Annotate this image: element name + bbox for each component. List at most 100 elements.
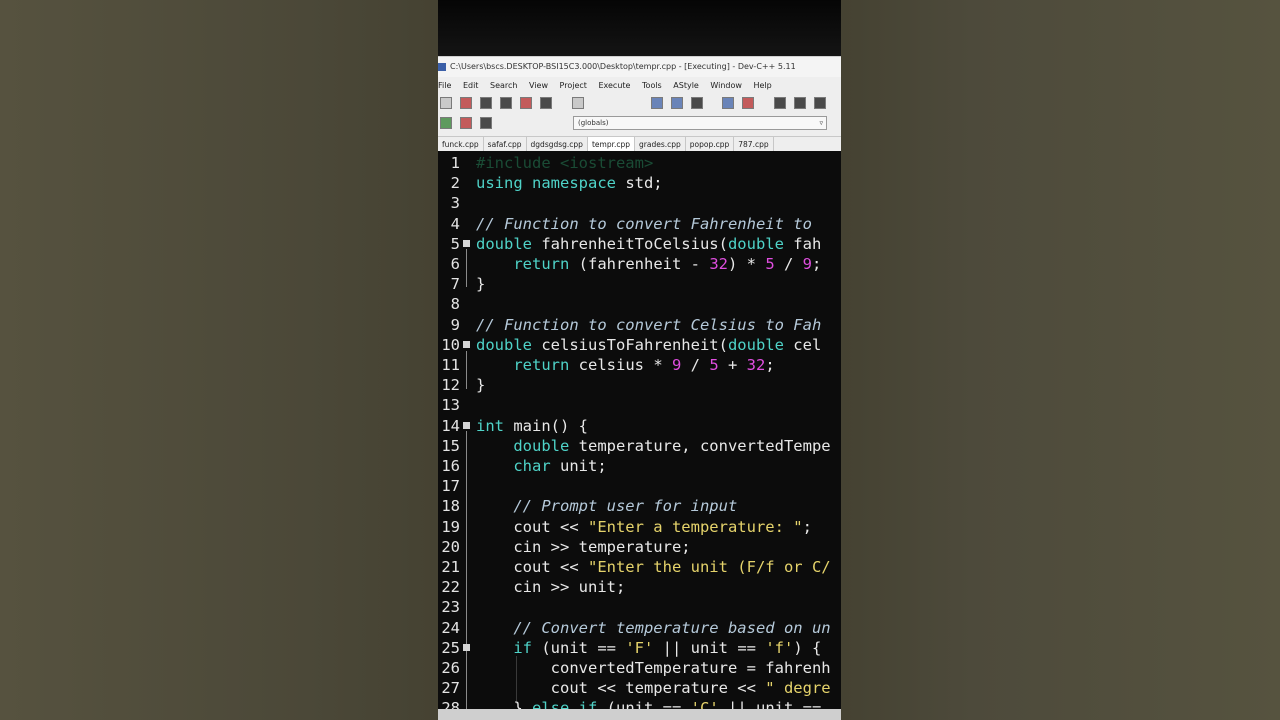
forward-icon[interactable] <box>793 97 806 109</box>
code-line[interactable]: 3 <box>438 193 841 213</box>
code-line[interactable]: 17 <box>438 476 841 496</box>
menu-project[interactable]: Project <box>560 81 587 90</box>
code-text: double temperature, convertedTempe <box>513 436 831 455</box>
close-file-icon[interactable] <box>520 97 533 109</box>
code-line[interactable]: 25 if (unit == 'F' || unit == 'f') { <box>438 638 841 658</box>
line-number: 12 <box>441 376 460 395</box>
line-number: 18 <box>441 497 460 516</box>
line-number: 4 <box>450 214 460 233</box>
save-all-icon[interactable] <box>500 97 513 109</box>
fold-toggle-icon[interactable] <box>463 239 470 247</box>
code-text: double fahrenheitToCelsius(double fah <box>476 234 822 253</box>
close-all-icon[interactable] <box>540 97 553 109</box>
code-text: return (fahrenheit - 32) * 5 / 9; <box>513 255 822 273</box>
code-line[interactable]: 22 cin >> unit; <box>438 577 841 597</box>
chevron-down-icon: ▿ <box>819 119 823 127</box>
line-number: 11 <box>441 356 460 374</box>
code-line[interactable]: 27 cout << temperature << " degre <box>438 678 841 698</box>
window-title: C:\Users\bscs.DESKTOP-BSI15C3.000\Deskto… <box>450 62 796 71</box>
code-line[interactable]: 12} <box>438 375 841 395</box>
code-line[interactable]: 5 double fahrenheitToCelsius(double fah <box>438 234 841 254</box>
code-line[interactable]: 2 using namespace std; <box>438 173 841 193</box>
line-number: 14 <box>441 416 460 435</box>
line-number: 13 <box>441 396 460 415</box>
menu-execute[interactable]: Execute <box>598 81 630 90</box>
code-text: double celsiusToFahrenheit(double cel <box>476 335 822 354</box>
menu-edit[interactable]: Edit <box>463 81 479 90</box>
code-line[interactable]: 16 char unit; <box>438 456 841 476</box>
code-line[interactable]: 14 int main() { <box>438 416 841 436</box>
menu-bar: File Edit Search View Project Execute To… <box>438 78 841 93</box>
code-text: cout << temperature << " degre <box>476 679 831 698</box>
code-text: convertedTemperature = fahrenh <box>476 659 831 677</box>
code-line[interactable]: 8 <box>438 294 841 314</box>
menu-view[interactable]: View <box>529 81 548 90</box>
fold-toggle-icon[interactable] <box>463 340 470 348</box>
line-number: 17 <box>441 477 460 496</box>
screen-bezel-top <box>438 0 841 56</box>
code-text: #include <iostream> <box>476 154 654 172</box>
line-number: 22 <box>441 578 460 597</box>
line-number: 7 <box>450 275 460 294</box>
fold-toggle-icon[interactable] <box>463 643 470 651</box>
save-icon[interactable] <box>480 97 493 109</box>
fold-toggle-icon[interactable] <box>463 421 470 429</box>
background-right <box>841 0 1280 720</box>
line-number: 25 <box>441 638 460 657</box>
menu-help[interactable]: Help <box>754 81 772 90</box>
find-icon[interactable] <box>650 97 663 109</box>
ide-window: C:\Users\bscs.DESKTOP-BSI15C3.000\Deskto… <box>438 0 841 720</box>
code-line[interactable]: 10 double celsiusToFahrenheit(double cel <box>438 335 841 355</box>
code-line[interactable]: 18 // Prompt user for input <box>438 496 841 516</box>
scope-selector-value: (globals) <box>578 119 609 127</box>
code-line[interactable]: 11 return celsius * 9 / 5 + 32; <box>438 355 841 375</box>
menu-tools[interactable]: Tools <box>642 81 662 90</box>
code-text: // Convert temperature based on un <box>513 618 831 637</box>
screen-bezel-bottom <box>438 709 841 720</box>
line-number: 20 <box>441 537 460 556</box>
code-line[interactable]: 7} <box>438 274 841 294</box>
code-text: // Prompt user for input <box>513 497 738 516</box>
code-line[interactable]: 26 convertedTemperature = fahrenh <box>438 658 841 678</box>
code-text: cout << "Enter a temperature: "; <box>476 517 812 536</box>
indent-icon[interactable] <box>722 97 735 109</box>
code-line[interactable]: 6 return (fahrenheit - 32) * 5 / 9; <box>438 254 841 274</box>
new-file-icon[interactable] <box>440 97 452 109</box>
code-text: char unit; <box>513 457 607 475</box>
replace-icon[interactable] <box>670 97 683 109</box>
code-text: if (unit == 'F' || unit == 'f') { <box>513 638 822 657</box>
code-line[interactable]: 19 cout << "Enter a temperature: "; <box>438 517 841 537</box>
code-text: using namespace std; <box>476 174 663 193</box>
code-text: cout << "Enter the unit (F/f or C/ <box>476 558 831 576</box>
code-line[interactable]: 24 // Convert temperature based on un <box>438 618 841 638</box>
code-line[interactable]: 21 cout << "Enter the unit (F/f or C/ <box>438 557 841 577</box>
code-editor[interactable]: 1 #include <iostream> 2 using namespace std… <box>438 151 841 717</box>
insert-icon[interactable] <box>440 117 452 129</box>
line-number: 10 <box>441 335 460 354</box>
code-line[interactable]: 13 <box>438 395 841 415</box>
line-number: 6 <box>450 255 460 273</box>
line-number: 24 <box>441 618 460 637</box>
bookmark-icon[interactable] <box>813 97 826 109</box>
code-line[interactable]: 20 cin >> temperature; <box>438 537 841 557</box>
open-file-icon[interactable] <box>460 97 473 109</box>
print-icon[interactable] <box>571 97 584 109</box>
code-text: int main() { <box>476 416 588 435</box>
window-titlebar: C:\Users\bscs.DESKTOP-BSI15C3.000\Deskto… <box>438 57 841 77</box>
line-number: 19 <box>441 517 460 536</box>
code-line[interactable]: 9 // Function to convert Celsius to Fah <box>438 315 841 335</box>
code-line[interactable]: 1 #include <iostream> <box>438 153 841 173</box>
code-line[interactable]: 15 double temperature, convertedTempe <box>438 436 841 456</box>
back-icon[interactable] <box>773 97 786 109</box>
menu-window[interactable]: Window <box>710 81 742 90</box>
scope-selector[interactable]: (globals) ▿ <box>573 116 827 130</box>
find-next-icon[interactable] <box>691 97 704 109</box>
menu-file[interactable]: File <box>438 81 451 90</box>
unindent-icon[interactable] <box>742 97 755 109</box>
code-line[interactable]: 23 <box>438 597 841 617</box>
toggle-bookmark-icon[interactable] <box>460 117 473 129</box>
goto-bookmark-icon[interactable] <box>480 117 493 129</box>
menu-astyle[interactable]: AStyle <box>673 81 699 90</box>
menu-search[interactable]: Search <box>490 81 517 90</box>
code-line[interactable]: 4 // Function to convert Fahrenheit to <box>438 214 841 234</box>
